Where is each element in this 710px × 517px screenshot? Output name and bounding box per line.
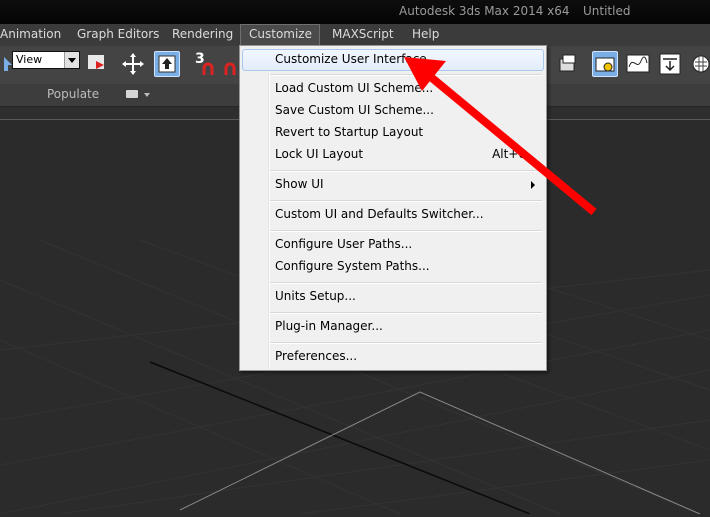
ribbon-caret-icon[interactable] (144, 93, 150, 97)
menu-item-label: Plug-in Manager... (275, 319, 383, 333)
menu-bar: Animation Graph Editors Rendering Custom… (0, 24, 710, 47)
mirror-icon (88, 55, 104, 69)
view-select-value: View (16, 53, 43, 66)
menu-item-label: Customize User Interface... (275, 52, 439, 66)
menu-animation[interactable]: Animation (0, 24, 69, 46)
menu-graph-editors[interactable]: Graph Editors (69, 24, 167, 46)
menu-item-custom-ui-defaults-switcher[interactable]: Custom UI and Defaults Switcher... (242, 204, 544, 226)
menu-separator (270, 312, 542, 314)
menu-maxscript[interactable]: MAXScript (324, 24, 402, 46)
reference-coordinate-select[interactable]: View (12, 51, 80, 69)
ribbon-tab-populate[interactable]: Populate (47, 87, 99, 101)
menu-help[interactable]: Help (404, 24, 447, 46)
chevron-down-icon (64, 52, 79, 68)
curve-editor-button[interactable] (625, 51, 651, 77)
snap-toggle-button[interactable]: 3 (192, 51, 218, 77)
menu-separator (270, 342, 542, 344)
render-setup-button[interactable] (555, 51, 581, 77)
move-button[interactable] (120, 51, 146, 77)
menu-item-load-custom-ui-scheme[interactable]: Load Custom UI Scheme... (242, 78, 544, 100)
submenu-arrow-icon (531, 181, 535, 189)
menu-item-configure-system-paths[interactable]: Configure System Paths... (242, 256, 544, 278)
menu-item-label: Show UI (275, 177, 324, 191)
render-frame-icon (595, 57, 615, 72)
title-bar: Autodesk 3ds Max 2014 x64 Untitled (0, 0, 710, 24)
menu-item-label: Preferences... (275, 349, 358, 363)
select-icon (158, 55, 176, 73)
menu-item-customize-user-interface[interactable]: Customize User Interface... (242, 49, 544, 71)
menu-item-label: Save Custom UI Scheme... (275, 103, 434, 117)
menu-item-label: Custom UI and Defaults Switcher... (275, 207, 484, 221)
menu-separator (270, 282, 542, 284)
menu-item-label: Configure User Paths... (275, 237, 413, 251)
menu-item-save-custom-ui-scheme[interactable]: Save Custom UI Scheme... (242, 100, 544, 122)
menu-item-configure-user-paths[interactable]: Configure User Paths... (242, 234, 544, 256)
menu-item-shortcut: Alt+0 (492, 147, 526, 161)
move-icon (122, 53, 144, 75)
menu-item-show-ui[interactable]: Show UI (242, 174, 544, 196)
menu-item-label: Revert to Startup Layout (275, 125, 424, 139)
menu-item-label: Configure System Paths... (275, 259, 430, 273)
mirror-button[interactable] (84, 51, 110, 77)
material-editor-button[interactable] (690, 51, 710, 77)
snap-label: 3 (195, 51, 205, 67)
schematic-icon (659, 53, 681, 75)
select-object-button[interactable] (154, 51, 180, 77)
menu-item-label: Units Setup... (275, 289, 356, 303)
menu-rendering[interactable]: Rendering (164, 24, 241, 46)
customize-menu: Customize User Interface... Load Custom … (239, 45, 547, 371)
curve-editor-icon (626, 54, 650, 73)
menu-separator (270, 230, 542, 232)
menu-item-label: Lock UI Layout (275, 147, 364, 161)
render-frame-button[interactable] (592, 51, 618, 77)
schematic-view-button[interactable] (657, 51, 683, 77)
app-title: Autodesk 3ds Max 2014 x64 (399, 4, 570, 18)
menu-item-label: Load Custom UI Scheme... (275, 81, 434, 95)
menu-separator (270, 200, 542, 202)
menu-item-plugin-manager[interactable]: Plug-in Manager... (242, 316, 544, 338)
menu-item-preferences[interactable]: Preferences... (242, 346, 544, 368)
menu-separator (270, 170, 542, 172)
menu-item-revert-to-startup-layout[interactable]: Revert to Startup Layout (242, 122, 544, 144)
menu-item-units-setup[interactable]: Units Setup... (242, 286, 544, 308)
render-setup-icon (559, 54, 576, 72)
material-editor-icon (692, 55, 710, 73)
document-title: Untitled (583, 4, 631, 18)
menu-customize[interactable]: Customize (240, 24, 320, 46)
ribbon-toggle-icon[interactable] (126, 90, 138, 98)
menu-item-lock-ui-layout[interactable]: Lock UI Layout Alt+0 (242, 144, 544, 166)
menu-separator (270, 74, 542, 76)
